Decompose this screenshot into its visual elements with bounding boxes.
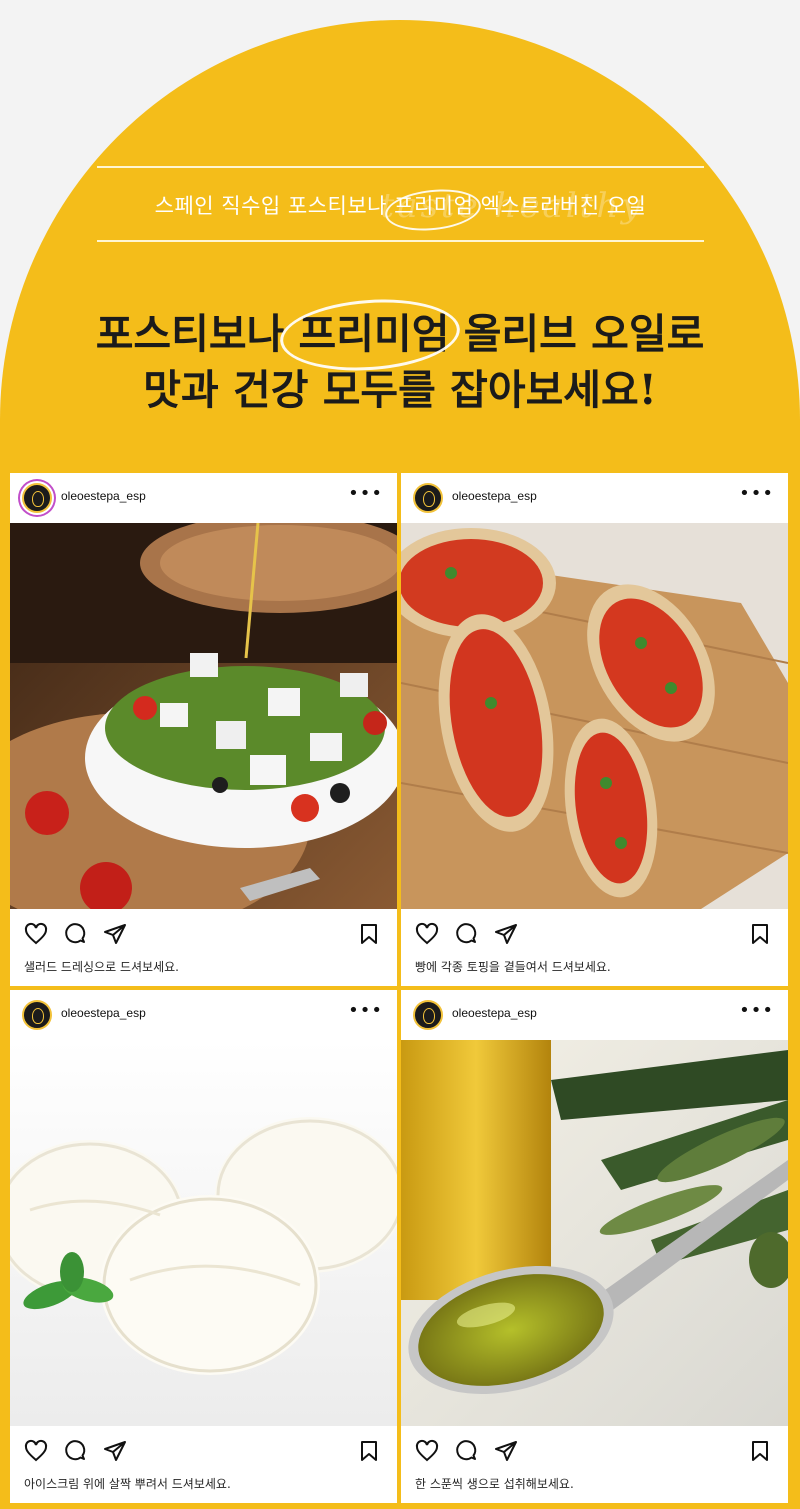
post-caption: 한 스푼씩 생으로 섭취해보세요. [415, 1477, 574, 1491]
share-icon[interactable] [494, 922, 518, 946]
comment-icon[interactable] [64, 1439, 88, 1463]
post-caption: 아이스크림 위에 살짝 뿌려서 드셔보세요. [24, 1477, 231, 1491]
bookmark-icon[interactable] [357, 1439, 381, 1463]
avatar[interactable] [22, 1000, 52, 1030]
instagram-post: oleoestepa_esp ••• [10, 473, 397, 986]
share-icon[interactable] [494, 1439, 518, 1463]
instagram-post: oleoestepa_esp ••• [10, 990, 397, 1503]
post-photo-ice-cream [10, 1040, 397, 1426]
post-photo-salad [10, 523, 397, 909]
post-header: oleoestepa_esp ••• [401, 473, 788, 523]
post-caption: 빵에 각종 토핑을 곁들여서 드셔보세요. [415, 960, 611, 974]
avatar[interactable] [413, 483, 443, 513]
headline-line-2: 맛과 건강 모두를 잡아보세요! [143, 366, 657, 414]
heart-icon[interactable] [24, 1439, 48, 1463]
share-icon[interactable] [103, 922, 127, 946]
divider-bottom [97, 240, 704, 242]
post-header: oleoestepa_esp ••• [10, 473, 397, 523]
heart-icon[interactable] [24, 922, 48, 946]
salad-image [10, 523, 397, 909]
more-icon[interactable]: ••• [739, 999, 774, 1023]
bookmark-icon[interactable] [748, 922, 772, 946]
heart-icon[interactable] [415, 922, 439, 946]
divider-top [97, 166, 704, 168]
heart-icon[interactable] [415, 1439, 439, 1463]
bookmark-icon[interactable] [748, 1439, 772, 1463]
post-username[interactable]: oleoestepa_esp [452, 489, 537, 503]
instagram-post: oleoestepa_esp ••• [401, 473, 788, 986]
ice-cream-image [10, 1040, 397, 1426]
comment-icon[interactable] [64, 922, 88, 946]
post-caption: 샐러드 드레싱으로 드셔보세요. [24, 960, 179, 974]
post-actions [10, 1426, 397, 1474]
post-actions [401, 1426, 788, 1474]
post-header: oleoestepa_esp ••• [401, 990, 788, 1040]
more-icon[interactable]: ••• [348, 482, 383, 506]
comment-icon[interactable] [455, 1439, 479, 1463]
post-actions [10, 909, 397, 957]
post-username[interactable]: oleoestepa_esp [452, 1006, 537, 1020]
post-actions [401, 909, 788, 957]
post-photo-bruschetta [401, 523, 788, 909]
post-username[interactable]: oleoestepa_esp [61, 1006, 146, 1020]
post-username[interactable]: oleoestepa_esp [61, 489, 146, 503]
bruschetta-image [401, 523, 788, 909]
comment-icon[interactable] [455, 922, 479, 946]
instagram-post-grid: oleoestepa_esp ••• 샐러드 드레싱으로 드셔보세요. oleo… [10, 473, 790, 1505]
share-icon[interactable] [103, 1439, 127, 1463]
avatar[interactable] [22, 483, 52, 513]
post-header: oleoestepa_esp ••• [10, 990, 397, 1040]
more-icon[interactable]: ••• [348, 999, 383, 1023]
more-icon[interactable]: ••• [739, 482, 774, 506]
instagram-post: oleoestepa_esp ••• [401, 990, 788, 1503]
olive-oil-image [401, 1040, 788, 1426]
bookmark-icon[interactable] [357, 922, 381, 946]
avatar[interactable] [413, 1000, 443, 1030]
post-photo-olive-oil-spoon [401, 1040, 788, 1426]
